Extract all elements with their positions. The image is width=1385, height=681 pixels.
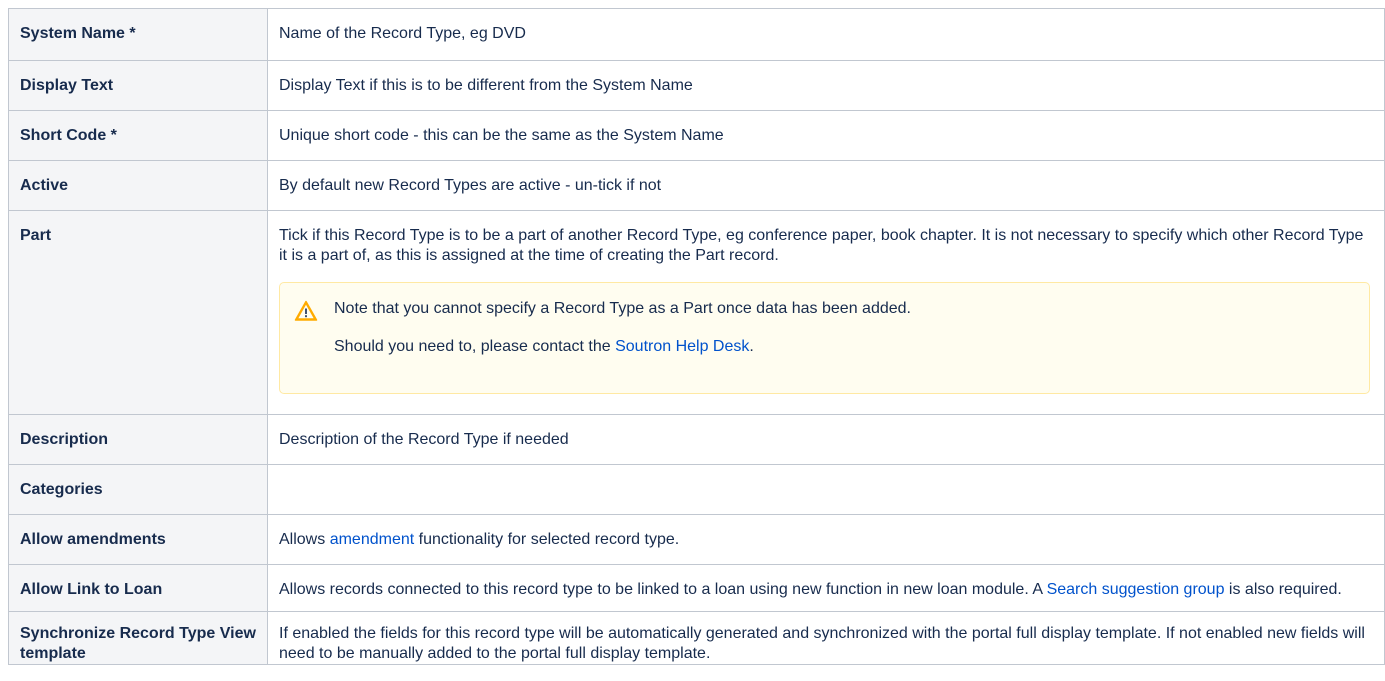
amendment-link[interactable]: amendment: [330, 531, 415, 548]
field-description: Tick if this Record Type is to be a part…: [267, 210, 1385, 415]
table-row: Short Code * Unique short code - this ca…: [8, 110, 1385, 161]
field-label: Allow amendments: [8, 514, 268, 565]
search-suggestion-group-link[interactable]: Search suggestion group: [1047, 581, 1225, 598]
field-label: Allow Link to Loan: [8, 564, 268, 612]
warning-icon: [294, 299, 318, 323]
desc-text-end: is also required.: [1224, 581, 1342, 598]
page: System Name * Name of the Record Type, e…: [0, 0, 1385, 681]
desc-text-end: functionality for selected record type.: [414, 531, 680, 548]
field-description: Description of the Record Type if needed: [267, 414, 1385, 465]
table-row: Synchronize Record Type View template If…: [8, 611, 1385, 665]
field-description: Allows amendment functionality for selec…: [267, 514, 1385, 565]
field-label: Display Text: [8, 60, 268, 111]
table-row: Part Tick if this Record Type is to be a…: [8, 210, 1385, 415]
part-description-text: Tick if this Record Type is to be a part…: [279, 227, 1364, 264]
note-text: Should you need to, please contact the: [334, 338, 616, 355]
field-description: If enabled the fields for this record ty…: [267, 611, 1385, 665]
field-description: Unique short code - this can be the same…: [267, 110, 1385, 161]
table-row: Allow amendments Allows amendment functi…: [8, 514, 1385, 565]
field-description: By default new Record Types are active -…: [267, 160, 1385, 211]
table-row: Allow Link to Loan Allows records connec…: [8, 564, 1385, 612]
record-type-fields-table: System Name * Name of the Record Type, e…: [8, 8, 1385, 665]
field-description: [267, 464, 1385, 515]
table-row: Display Text Display Text if this is to …: [8, 60, 1385, 111]
note-line-1: Note that you cannot specify a Record Ty…: [334, 300, 911, 317]
table-row: System Name * Name of the Record Type, e…: [8, 8, 1385, 61]
field-label: Categories: [8, 464, 268, 515]
note-text-end: .: [749, 338, 754, 355]
desc-text: Allows: [279, 531, 330, 548]
table-row: Description Description of the Record Ty…: [8, 414, 1385, 465]
field-label: Active: [8, 160, 268, 211]
note-line-2: Should you need to, please contact the S…: [334, 337, 1357, 357]
field-description: Display Text if this is to be different …: [267, 60, 1385, 111]
field-label: System Name *: [8, 8, 268, 61]
field-label: Description: [8, 414, 268, 465]
help-desk-link[interactable]: Soutron Help Desk: [615, 338, 749, 355]
table-row: Categories: [8, 464, 1385, 515]
field-label: Synchronize Record Type View template: [8, 611, 268, 665]
field-description: Name of the Record Type, eg DVD: [267, 8, 1385, 61]
field-label: Part: [8, 210, 268, 415]
table-row: Active By default new Record Types are a…: [8, 160, 1385, 211]
desc-text: Allows records connected to this record …: [279, 581, 1047, 598]
warning-note-panel: Note that you cannot specify a Record Ty…: [279, 282, 1370, 394]
field-description: Allows records connected to this record …: [267, 564, 1385, 612]
field-label: Short Code *: [8, 110, 268, 161]
